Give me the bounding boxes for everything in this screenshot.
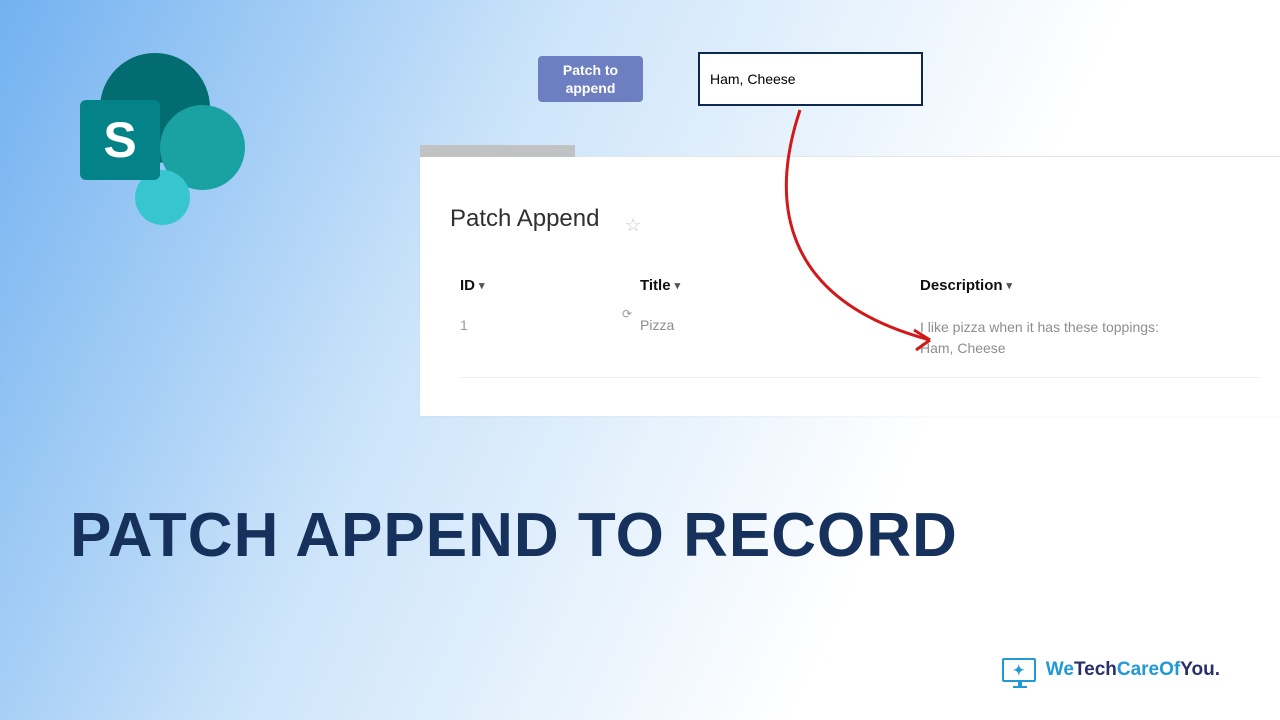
brand-part-2: Tech <box>1074 659 1117 680</box>
brand-text: WeTechCareOfYou. <box>1046 659 1220 681</box>
column-header-title[interactable]: Title ▾ <box>640 277 920 294</box>
panel-tab-indicator <box>420 145 575 157</box>
footer-brand: ✦ WeTechCareOfYou. <box>1002 658 1220 682</box>
column-header-id-label: ID <box>460 277 475 294</box>
chevron-down-icon: ▾ <box>675 279 681 292</box>
column-header-title-label: Title <box>640 277 671 294</box>
append-text-input[interactable] <box>698 52 923 106</box>
list-title: Patch Append <box>450 205 599 233</box>
monitor-icon: ✦ <box>1002 658 1036 682</box>
patch-to-append-button[interactable]: Patch to append <box>538 56 643 102</box>
logo-letter-card: S <box>80 100 160 180</box>
cell-description: I like pizza when it has these toppings:… <box>920 317 1260 359</box>
cell-id: 1 <box>460 317 640 333</box>
brand-part-3: CareOf <box>1117 659 1180 680</box>
chevron-down-icon: ▾ <box>1007 279 1013 292</box>
sharepoint-list-panel: Patch Append ☆ ID ▾ Title ▾ Description … <box>420 156 1280 416</box>
sharepoint-logo: S <box>65 55 235 225</box>
cell-title: Pizza <box>640 317 920 333</box>
brand-part-1: We <box>1046 659 1074 680</box>
column-header-row: ID ▾ Title ▾ Description ▾ <box>460 277 1260 294</box>
table-row[interactable]: 1 Pizza I like pizza when it has these t… <box>460 317 1260 378</box>
slide-headline: PATCH APPEND TO RECORD <box>70 500 958 571</box>
chevron-down-icon: ▾ <box>479 279 485 292</box>
favorite-star-icon[interactable]: ☆ <box>625 215 641 236</box>
brand-part-4: You. <box>1180 659 1220 680</box>
column-header-id[interactable]: ID ▾ <box>460 277 640 294</box>
column-header-description-label: Description <box>920 277 1003 294</box>
column-header-description[interactable]: Description ▾ <box>920 277 1260 294</box>
